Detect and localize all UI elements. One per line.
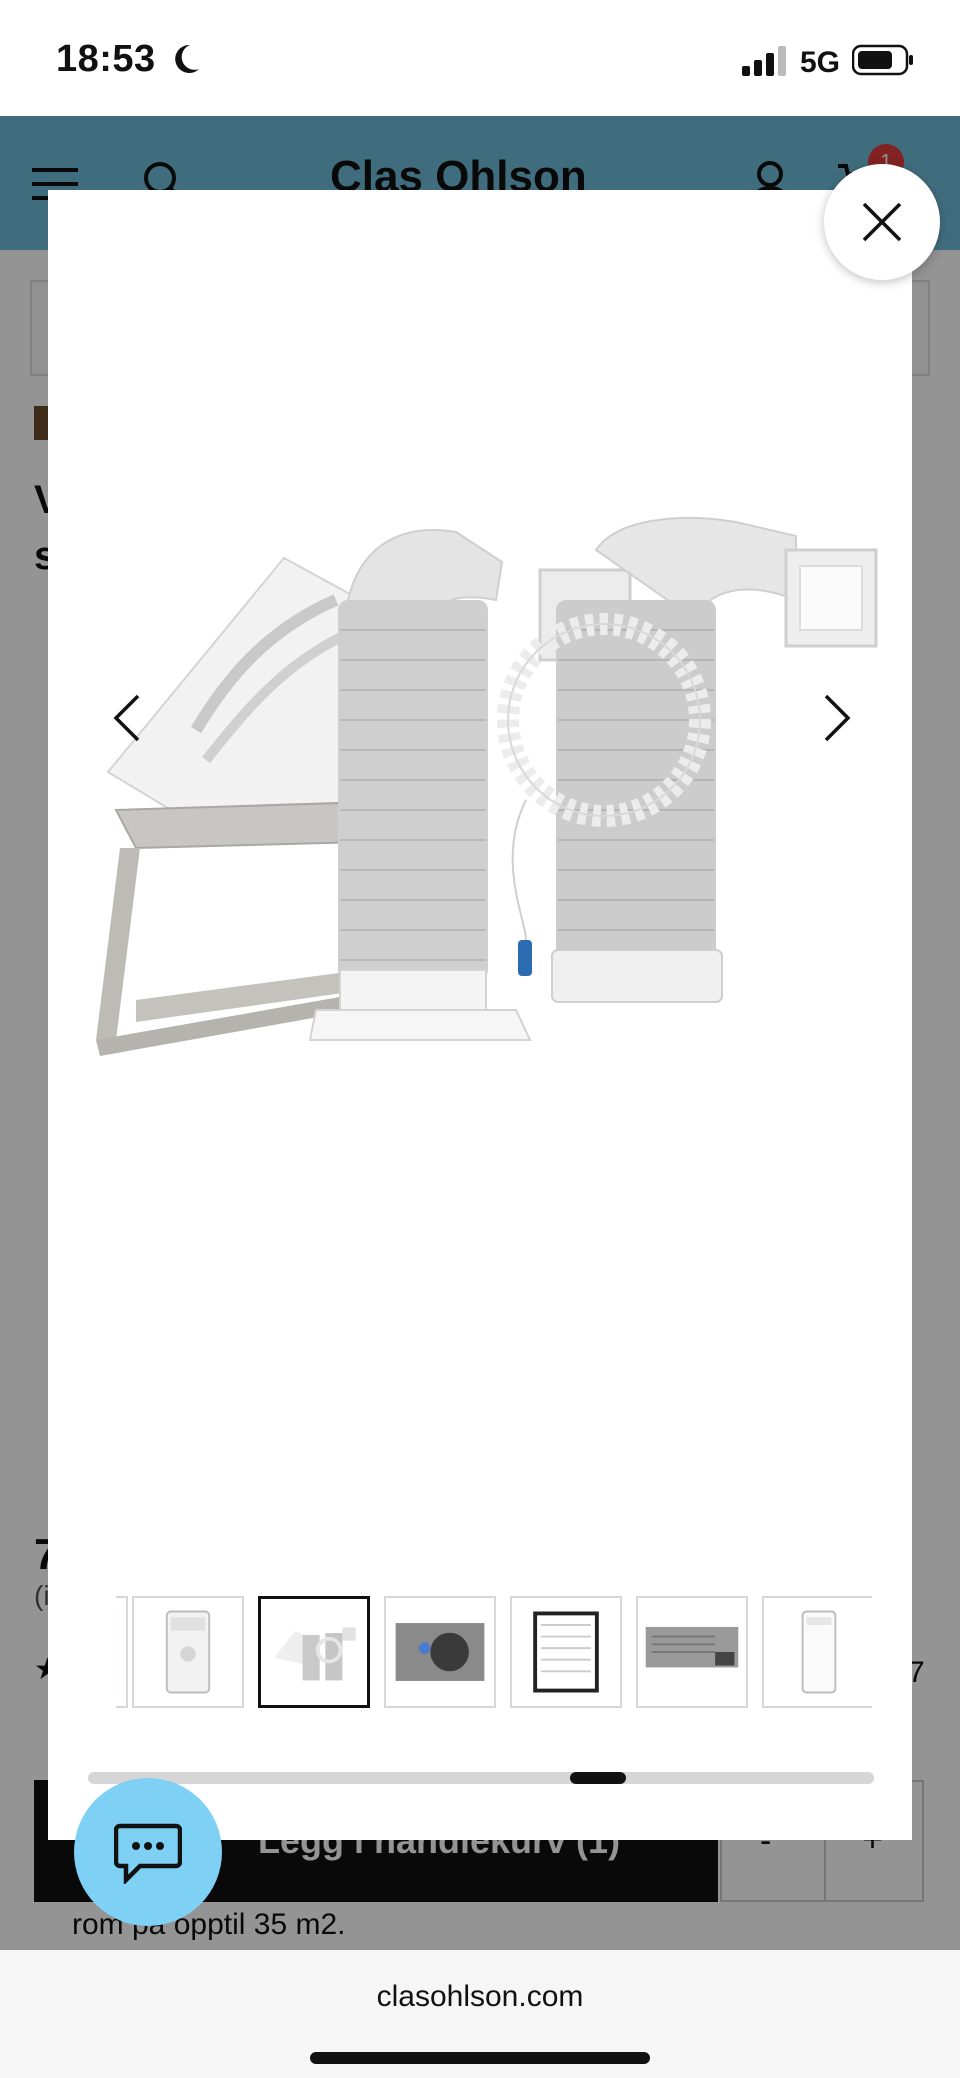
thumbnail-3[interactable] [384, 1596, 496, 1708]
chevron-right-icon[interactable] [804, 678, 864, 758]
thumbnail-strip[interactable] [116, 1596, 872, 1712]
thumbnail-image [395, 1623, 485, 1681]
thumbnail-2[interactable] [258, 1596, 370, 1708]
status-time: 18:53 [56, 38, 156, 80]
thumbnail-scrollbar[interactable] [88, 1772, 874, 1784]
thumbnail-5[interactable] [636, 1596, 748, 1708]
thumbnail-image [801, 1610, 837, 1694]
battery-icon [852, 44, 913, 76]
chat-button[interactable] [74, 1778, 222, 1926]
close-button[interactable] [824, 164, 940, 280]
signal-icon [742, 46, 786, 76]
thumbnail-image [533, 1611, 599, 1693]
thumbnail-0[interactable] [116, 1596, 128, 1708]
chevron-left-icon[interactable] [100, 678, 160, 758]
status-bar: 18:53 5G [0, 0, 960, 116]
thumbnail-6[interactable] [762, 1596, 872, 1708]
network-type: 5G [800, 46, 841, 79]
browser-address-bar[interactable]: clasohlson.com [0, 1950, 960, 2078]
thumbnail-scrollbar-thumb[interactable] [570, 1772, 626, 1784]
thumbnail-1[interactable] [132, 1596, 244, 1708]
thumbnail-image [645, 1626, 739, 1668]
thumbnail-image [165, 1610, 211, 1694]
chat-bubble-icon [114, 1823, 182, 1884]
moon-icon [175, 44, 199, 73]
thumbnail-image [274, 1627, 356, 1681]
thumbnail-4[interactable] [510, 1596, 622, 1708]
product-main-image [96, 516, 878, 1056]
url-text[interactable]: clasohlson.com [0, 1980, 960, 2014]
thumbnail-image [116, 1607, 117, 1697]
home-indicator[interactable] [310, 2052, 650, 2064]
close-icon [862, 202, 902, 242]
